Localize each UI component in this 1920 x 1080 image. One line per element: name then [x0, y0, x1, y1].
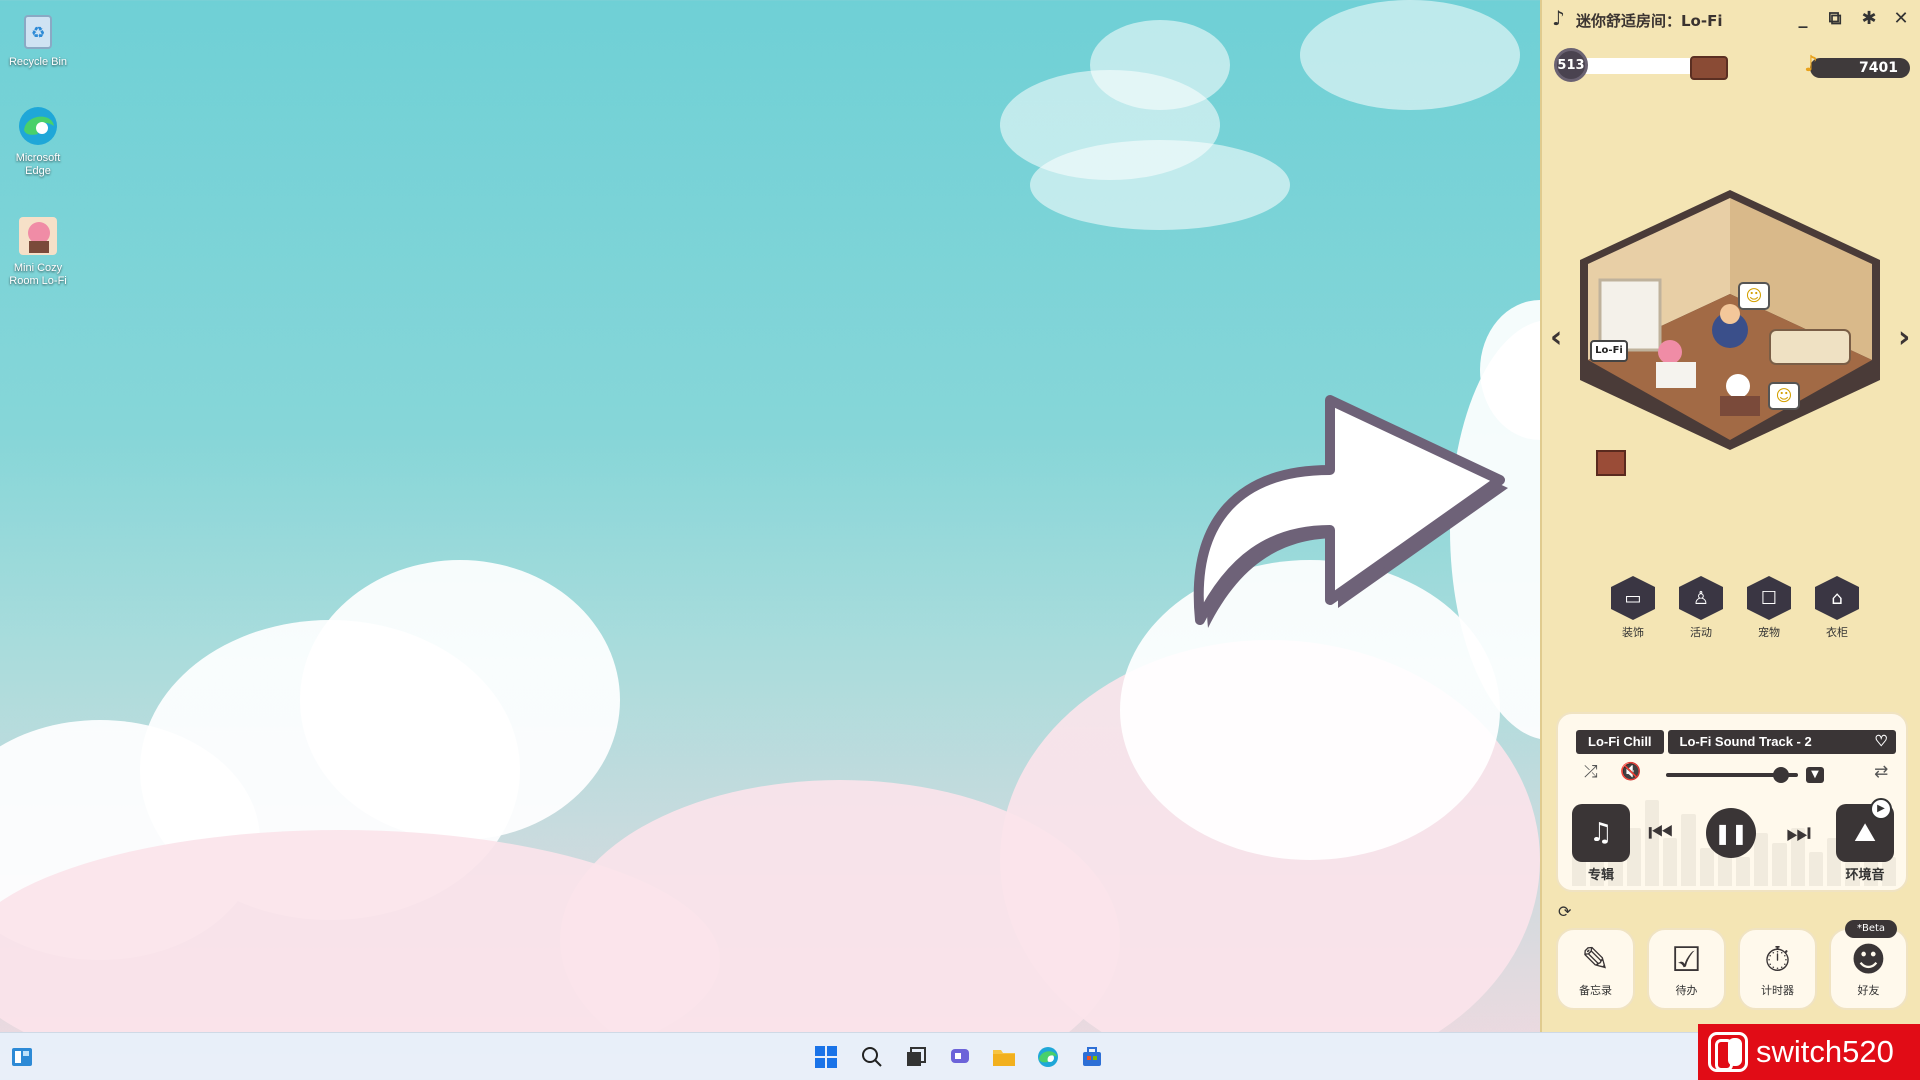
svg-text:♻: ♻	[31, 23, 45, 42]
todo-icon: ☑	[1671, 940, 1702, 980]
next-room-chevron-icon[interactable]: ›	[1898, 320, 1910, 355]
playlist-chip[interactable]: Lo-Fi Chill	[1576, 730, 1664, 754]
edge-taskbar-icon[interactable]	[1034, 1043, 1062, 1071]
volume-slider-knob[interactable]	[1773, 767, 1789, 783]
treasure-chest-icon[interactable]	[1690, 56, 1728, 80]
category-pet[interactable]: ☐ 宠物	[1744, 576, 1794, 646]
level-badge: 513	[1554, 48, 1588, 82]
track-info-row: Lo-Fi Chill Lo-Fi Sound Track - 2 ♡	[1576, 730, 1896, 754]
refresh-icon[interactable]: ⟳	[1558, 902, 1578, 922]
desktop-icon-label: Recycle Bin	[8, 56, 68, 68]
watermark-badge: switch520	[1698, 1024, 1920, 1080]
sofa-icon: ▭	[1611, 576, 1655, 620]
close-button[interactable]: ✕	[1888, 6, 1914, 32]
tool-label: 待办	[1675, 984, 1698, 997]
previous-room-chevron-icon[interactable]: ‹	[1550, 320, 1562, 355]
settings-gear-icon[interactable]: ✱	[1856, 6, 1882, 32]
beta-badge: *Beta	[1845, 920, 1897, 938]
recycle-bin-icon: ♻	[16, 8, 60, 52]
desktop-wallpaper: ♻ Recycle Bin Microsoft Edge Mini Cozy R…	[0, 0, 1540, 1032]
cloud	[300, 560, 620, 840]
mini-cozy-room-icon	[16, 214, 60, 258]
tool-label: 计时器	[1761, 984, 1794, 997]
desktop-icon-edge[interactable]: Microsoft Edge	[4, 104, 72, 178]
album-label: 专辑	[1587, 868, 1614, 883]
tools-bar: ✎ 备忘录 ☑ 待办 ⏱ 计时器 *Beta ☻ 好友	[1556, 920, 1908, 1010]
stats-bar: 513 7401 ♪	[1542, 46, 1920, 86]
heart-icon[interactable]: ♡	[1875, 730, 1888, 754]
store-icon[interactable]	[1078, 1043, 1106, 1071]
smiley-emote-icon: ☺	[1738, 282, 1770, 310]
track-chip[interactable]: Lo-Fi Sound Track - 2 ♡	[1667, 730, 1896, 754]
music-coin-icon: ♪	[1804, 52, 1819, 77]
next-track-icon[interactable]: ⏭	[1786, 816, 1811, 850]
lamp-icon: ♙	[1679, 576, 1723, 620]
desktop-icon-mini-cozy-room[interactable]: Mini Cozy Room Lo-Fi	[4, 214, 72, 288]
tool-label: 好友	[1857, 984, 1880, 997]
tool-timer[interactable]: ⏱ 计时器	[1738, 928, 1817, 1010]
search-icon[interactable]	[858, 1043, 886, 1071]
category-label: 活动	[1690, 626, 1712, 639]
category-label: 宠物	[1758, 626, 1780, 639]
tool-label: 备忘录	[1579, 984, 1612, 997]
tool-friends[interactable]: *Beta ☻ 好友	[1829, 920, 1908, 1010]
coin-counter: 7401	[1810, 58, 1910, 78]
start-windows-icon[interactable]	[812, 1043, 840, 1071]
ambient-play-icon[interactable]: ▶	[1870, 798, 1892, 820]
pointer-arrow-icon	[1180, 360, 1520, 640]
music-album-icon: ♫	[1589, 818, 1613, 848]
tool-todo[interactable]: ☑ 待办	[1647, 928, 1726, 1010]
category-bar: ▭ 装饰 ♙ 活动 ☐ 宠物 ⌂ 衣柜	[1608, 576, 1868, 646]
minimize-button[interactable]: _	[1790, 6, 1816, 32]
mini-cozy-room-window: ♪ 迷你舒适房间：Lo-Fi _ ⧉ ✱ ✕ 513 7401 ♪ ‹ › Lo…	[1540, 0, 1920, 1032]
isometric-room-illustration	[1580, 190, 1880, 450]
music-note-icon: ♪	[1552, 6, 1565, 30]
volume-slider[interactable]: ▼	[1666, 767, 1824, 783]
chat-icon[interactable]	[946, 1043, 974, 1071]
tool-memo[interactable]: ✎ 备忘录	[1556, 928, 1635, 1010]
desktop-icon-recycle-bin[interactable]: ♻ Recycle Bin	[4, 8, 72, 69]
track-title: Lo-Fi Sound Track - 2	[1679, 734, 1812, 749]
category-wardrobe[interactable]: ⌂ 衣柜	[1812, 576, 1862, 646]
switch-logo-icon	[1708, 1032, 1748, 1072]
room-lofi-bubble: Lo-Fi	[1590, 340, 1628, 362]
pet-icon: ☐	[1747, 576, 1791, 620]
ambient-label: 环境音	[1845, 868, 1885, 883]
pin-window-button[interactable]: ⧉	[1822, 6, 1848, 32]
watermark-text: switch520	[1756, 1034, 1894, 1069]
mountain-icon: ⛰	[1854, 817, 1876, 848]
memo-icon: ✎	[1581, 940, 1610, 980]
edge-icon	[16, 104, 60, 148]
gift-box-icon[interactable]	[1596, 450, 1626, 476]
cloud	[1090, 20, 1230, 110]
music-player: Lo-Fi Chill Lo-Fi Sound Track - 2 ♡ ⤮ 🔇 …	[1556, 712, 1908, 892]
album-button[interactable]: ♫	[1572, 804, 1630, 862]
widgets-icon[interactable]	[8, 1043, 36, 1071]
previous-track-icon[interactable]: ⏮	[1648, 816, 1673, 850]
task-view-icon[interactable]	[902, 1043, 930, 1071]
category-decor[interactable]: ▭ 装饰	[1608, 576, 1658, 646]
cloud	[1300, 0, 1520, 110]
player-controls-row: ⤮ 🔇 ▼ ⇄	[1574, 762, 1896, 786]
window-title: 迷你舒适房间：Lo-Fi	[1576, 12, 1723, 30]
shuffle-icon[interactable]: ⤮	[1584, 762, 1598, 782]
taskbar	[0, 1032, 1920, 1080]
file-explorer-icon[interactable]	[990, 1043, 1018, 1071]
hanger-icon: ⌂	[1815, 576, 1859, 620]
timer-icon: ⏱	[1764, 940, 1791, 980]
cloud	[1030, 140, 1290, 230]
volume-dropdown-chevron-icon[interactable]: ▼	[1806, 767, 1824, 783]
category-activity[interactable]: ♙ 活动	[1676, 576, 1726, 646]
category-label: 衣柜	[1826, 626, 1848, 639]
mute-icon[interactable]: 🔇	[1620, 762, 1641, 782]
friends-icon: ☻	[1850, 940, 1887, 980]
repeat-icon[interactable]: ⇄	[1874, 762, 1888, 782]
room-view[interactable]: ‹ › Lo-Fi ☺ ☺	[1542, 180, 1920, 490]
desktop-icon-label: Mini Cozy Room Lo-Fi	[9, 262, 67, 287]
pause-button[interactable]: ❚❚	[1706, 808, 1756, 858]
category-label: 装饰	[1622, 626, 1644, 639]
smiley-emote-icon: ☺	[1768, 382, 1800, 410]
title-bar: ♪ 迷你舒适房间：Lo-Fi _ ⧉ ✱ ✕	[1542, 0, 1920, 38]
desktop-icon-label: Microsoft Edge	[15, 152, 61, 177]
